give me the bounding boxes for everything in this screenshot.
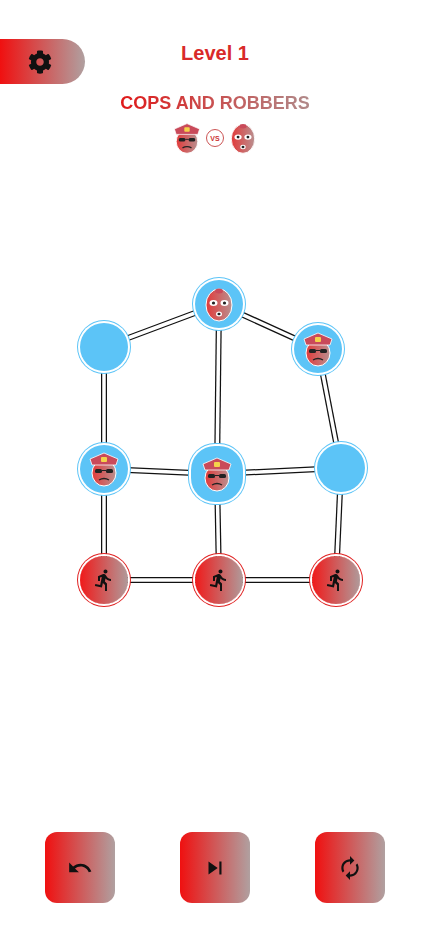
exit-node[interactable] [312,556,360,604]
level-title: Level 1 [85,42,345,65]
cop-logo-icon [169,120,205,156]
game-board [0,244,430,624]
robber-logo-icon [225,120,261,156]
control-bar [0,832,430,903]
cop-icon [298,329,338,369]
cop-icon [197,454,237,494]
restart-icon [337,855,363,881]
restart-button[interactable] [315,832,385,903]
robber-node[interactable] [195,280,243,328]
exit-node[interactable] [195,556,243,604]
game-screen: Level 1 COPS AND ROBBERS VS [0,0,430,946]
runner-icon [92,568,116,592]
runner-icon [324,568,348,592]
exit-node[interactable] [80,556,128,604]
empty-node[interactable] [80,323,128,371]
gear-icon [28,50,52,74]
undo-button[interactable] [45,832,115,903]
robber-icon [199,284,239,324]
versus-logo: VS [0,118,430,158]
versus-badge: VS [206,129,224,147]
settings-button[interactable] [0,39,85,84]
game-title: COPS AND ROBBERS [120,92,309,114]
undo-icon [67,855,93,881]
skip-next-icon [202,855,228,881]
runner-icon [207,568,231,592]
empty-node[interactable] [317,444,365,492]
cop-node[interactable] [294,325,342,373]
cop-node[interactable] [191,446,243,502]
cop-node[interactable] [80,445,128,493]
skip-button[interactable] [180,832,250,903]
cop-icon [84,449,124,489]
header: Level 1 [0,39,430,84]
